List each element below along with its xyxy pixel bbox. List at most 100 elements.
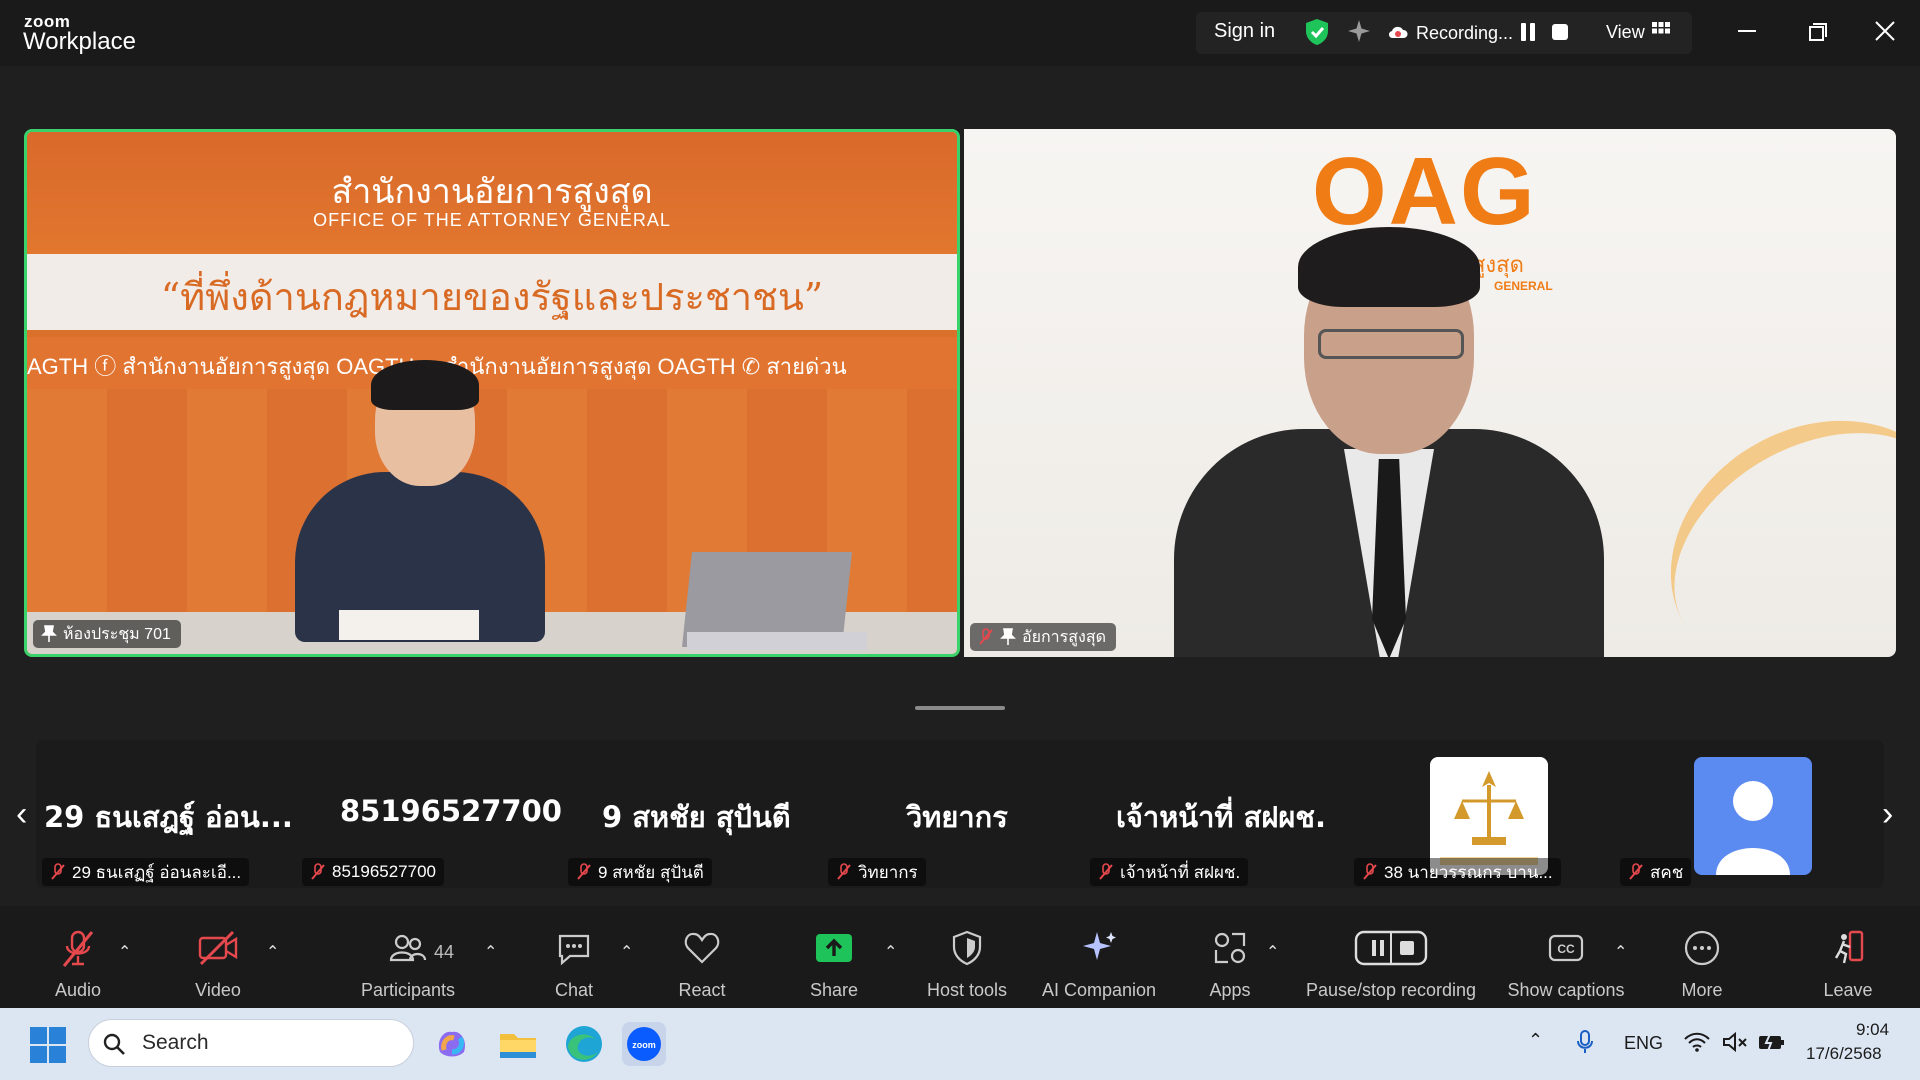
battery-charging-icon[interactable] <box>1758 1032 1786 1057</box>
person-avatar-icon <box>1716 781 1790 875</box>
security-shield-icon[interactable] <box>1304 18 1330 51</box>
social-channels-row: AGTH ⓕ สำนักงานอัยการสูงสุด OAGTH ▶ สำนั… <box>27 337 957 389</box>
view-button[interactable]: View <box>1606 22 1645 43</box>
participant-name-tag: ห้องประชุม 701 <box>33 620 181 648</box>
laptop-base <box>687 632 867 650</box>
windows-start-icon[interactable] <box>30 1027 66 1068</box>
video-button[interactable]: Video <box>186 928 250 1001</box>
share-screen-icon <box>816 934 852 962</box>
edge-browser-icon[interactable] <box>562 1022 606 1066</box>
participants-options-chevron-icon[interactable]: ⌃ <box>484 942 497 962</box>
mic-muted-icon <box>51 863 65 880</box>
zoom-logo-workplace: Workplace <box>23 28 136 55</box>
svg-text:zoom: zoom <box>632 1040 656 1050</box>
leave-label: Leave <box>1823 980 1873 1000</box>
host-tools-label: Host tools <box>926 980 1008 1000</box>
resize-handle[interactable] <box>915 706 1005 710</box>
speaker-muted-icon[interactable] <box>1722 1031 1748 1057</box>
gallery-name-tag: สคช <box>1620 858 1692 886</box>
show-captions-label: Show captions <box>1507 980 1625 1000</box>
gallery-tile-name[interactable]: เจ้าหน้าที่ สฝผช. <box>1116 794 1326 840</box>
gallery-name-label: วิทยากร <box>858 862 918 882</box>
more-label: More <box>1681 980 1723 1000</box>
oag-subtitle-english: GENERAL <box>1494 279 1553 293</box>
apps-icon <box>1214 932 1246 964</box>
video-tile-meeting-room[interactable]: สำนักงานอัยการสูงสุด OFFICE OF THE ATTOR… <box>24 129 960 657</box>
microphone-tray-icon[interactable] <box>1576 1030 1594 1059</box>
participants-button[interactable]: Participants <box>356 928 460 1001</box>
share-options-chevron-icon[interactable]: ⌃ <box>884 942 897 962</box>
gallery-tile-name[interactable]: 29 ธนเสฎฐ์ อ่อน... <box>44 794 293 840</box>
tray-overflow-chevron-icon[interactable]: ⌃ <box>1528 1030 1543 1051</box>
chat-label: Chat <box>554 980 594 1000</box>
file-explorer-icon[interactable] <box>496 1022 540 1066</box>
mic-muted-icon <box>1363 863 1377 880</box>
close-icon[interactable] <box>1874 20 1896 47</box>
zoom-taskbar-icon[interactable]: zoom <box>622 1022 666 1066</box>
search-icon <box>102 1032 126 1061</box>
taskbar-clock-time[interactable]: 9:04 <box>1856 1020 1889 1040</box>
react-label: React <box>678 980 726 1000</box>
gallery-name-tag: 85196527700 <box>302 858 445 886</box>
gallery-tile-name[interactable]: วิทยากร <box>906 794 1008 840</box>
participants-label: Participants <box>360 980 456 1000</box>
participants-icon <box>389 934 427 962</box>
pause-recording-icon[interactable] <box>1520 22 1536 47</box>
recording-status: Recording... <box>1416 23 1514 43</box>
taskbar-search-box[interactable] <box>88 1019 414 1067</box>
mic-muted-icon <box>311 863 325 880</box>
captions-options-chevron-icon[interactable]: ⌃ <box>1614 942 1627 962</box>
audio-options-chevron-icon[interactable]: ⌃ <box>118 942 131 962</box>
apps-button[interactable]: Apps <box>1198 928 1262 1001</box>
strip-prev-arrow-icon[interactable]: ‹ <box>16 795 27 834</box>
gallery-tile-name[interactable]: 85196527700 <box>340 794 562 828</box>
audio-button[interactable]: Audio <box>46 928 110 1001</box>
grid-view-icon[interactable] <box>1652 22 1670 45</box>
apps-label: Apps <box>1209 980 1251 1000</box>
show-captions-button[interactable]: CC Show captions <box>1506 928 1626 1001</box>
pin-icon <box>41 625 57 642</box>
share-button[interactable]: Share <box>802 928 866 1001</box>
heart-icon <box>684 932 720 964</box>
minimize-icon[interactable] <box>1738 30 1756 32</box>
leave-button[interactable]: Leave <box>1816 928 1880 1001</box>
closed-captions-icon: CC <box>1548 934 1584 962</box>
desk-nameplate <box>339 610 479 640</box>
chat-button[interactable]: Chat <box>542 928 606 1001</box>
svg-text:CC: CC <box>1557 942 1575 956</box>
mic-muted-icon <box>577 863 591 880</box>
speaker-hair <box>371 360 479 410</box>
participant-name: อัยการสูงสุด <box>1022 628 1106 646</box>
copilot-icon[interactable] <box>430 1022 474 1066</box>
mic-muted-icon <box>1099 863 1113 880</box>
pin-icon <box>1000 628 1016 645</box>
sign-in-button[interactable]: Sign in <box>1214 20 1275 43</box>
cloud-recording-icon <box>1388 25 1408 44</box>
chat-options-chevron-icon[interactable]: ⌃ <box>620 942 633 962</box>
official-hair <box>1298 227 1480 307</box>
taskbar-clock-date[interactable]: 17/6/2568 <box>1806 1044 1882 1064</box>
title-bar: zoom Workplace Sign in Recording... View <box>0 0 1920 66</box>
video-tile-attorney-general[interactable]: OAG สูงสุด GENERAL อัยการสูงสุด <box>964 129 1896 657</box>
ago-title-english: OFFICE OF THE ATTORNEY GENERAL <box>313 210 671 230</box>
ago-slogan: “ที่พึ่งด้านกฎหมายของรัฐและประชาชน” <box>160 275 824 319</box>
stop-recording-icon[interactable] <box>1552 24 1568 40</box>
ai-sparkle-icon[interactable] <box>1346 18 1372 49</box>
video-options-chevron-icon[interactable]: ⌃ <box>266 942 279 962</box>
default-avatar-thumbnail[interactable] <box>1694 757 1812 875</box>
audio-label: Audio <box>54 980 102 1000</box>
ai-companion-button[interactable]: AI Companion <box>1040 928 1158 1001</box>
react-button[interactable]: React <box>670 928 734 1001</box>
wifi-icon[interactable] <box>1684 1032 1710 1057</box>
ai-companion-label: AI Companion <box>1041 980 1157 1000</box>
input-language[interactable]: ENG <box>1624 1033 1663 1054</box>
gallery-tile-name[interactable]: 9 สหชัย สุปันตี <box>602 794 791 840</box>
ai-sparkle-icon <box>1083 932 1116 960</box>
host-tools-button[interactable]: Host tools <box>924 928 1010 1001</box>
more-button[interactable]: More <box>1670 928 1734 1001</box>
restore-window-icon[interactable] <box>1808 22 1828 47</box>
apps-options-chevron-icon[interactable]: ⌃ <box>1266 942 1279 962</box>
mic-muted-icon <box>979 628 993 645</box>
strip-next-arrow-icon[interactable]: › <box>1882 795 1893 834</box>
pause-stop-recording-button[interactable]: Pause/stop recording <box>1302 928 1480 1001</box>
